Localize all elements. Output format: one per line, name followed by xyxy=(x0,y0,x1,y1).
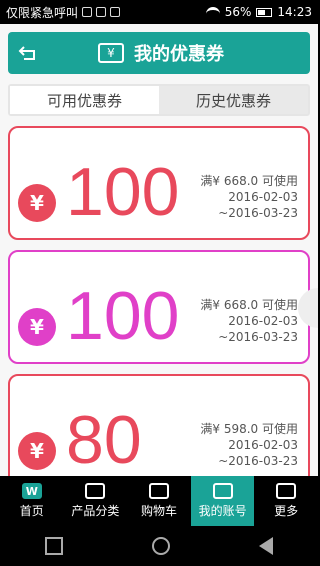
recent-apps-icon[interactable] xyxy=(44,537,63,555)
yen-icon: ¥ xyxy=(18,184,56,222)
page-title: 我的优惠券 xyxy=(134,44,224,65)
system-nav xyxy=(0,526,318,566)
coupon-list: ¥ 100 满¥ 668.0 可使用 2016-02-03 ~2016-03-2… xyxy=(8,126,310,476)
status-left-text: 仅限紧急呼叫 xyxy=(6,5,79,20)
coupon-start-date: 2016-02-03 xyxy=(228,190,298,204)
coupon-end-date: ~2016-03-23 xyxy=(218,454,298,468)
bottom-nav: W 首页 产品分类 购物车 我的账号 更多 xyxy=(0,476,318,526)
home-icon: W xyxy=(21,483,42,499)
cart-icon xyxy=(148,483,169,499)
coupon-amount: 80 xyxy=(66,402,142,476)
yen-icon: ¥ xyxy=(18,432,56,470)
back-button[interactable] xyxy=(8,32,48,74)
category-icon xyxy=(85,483,106,499)
coupon-end-date: ~2016-03-23 xyxy=(218,206,298,220)
image-icon xyxy=(82,7,93,17)
back-arrow-icon xyxy=(18,46,35,60)
nav-home[interactable]: W 首页 xyxy=(0,476,64,526)
nav-account[interactable]: 我的账号 xyxy=(190,476,255,526)
nav-more[interactable]: 更多 xyxy=(254,476,318,526)
coupon-amount: 100 xyxy=(66,278,180,354)
coupon-end-date: ~2016-03-23 xyxy=(218,330,298,344)
lock-icon xyxy=(96,7,107,17)
coupon-details: 满¥ 598.0 可使用 2016-02-03 ~2016-03-23 xyxy=(200,421,298,469)
coupon-details: 满¥ 668.0 可使用 2016-02-03 ~2016-03-23 xyxy=(200,173,298,221)
title-bar: ¥ 我的优惠券 xyxy=(8,32,310,74)
wifi-icon xyxy=(205,7,220,17)
home-circle-icon[interactable] xyxy=(151,537,170,555)
coupon-card[interactable]: ¥ 100 满¥ 668.0 可使用 2016-02-03 ~2016-03-2… xyxy=(8,126,310,240)
coupon-details: 满¥ 668.0 可使用 2016-02-03 ~2016-03-23 xyxy=(200,297,298,345)
coupon-start-date: 2016-02-03 xyxy=(228,438,298,452)
clock: 14:23 xyxy=(277,5,312,19)
tab-history[interactable]: 历史优惠券 xyxy=(159,86,308,114)
coupon-card[interactable]: ¥ 80 满¥ 598.0 可使用 2016-02-03 ~2016-03-23 xyxy=(8,374,310,476)
nav-category[interactable]: 产品分类 xyxy=(64,476,128,526)
nav-cart[interactable]: 购物车 xyxy=(127,476,191,526)
coupon-condition: 满¥ 598.0 可使用 xyxy=(200,422,298,436)
mail-icon xyxy=(110,7,121,17)
coupon-start-date: 2016-02-03 xyxy=(228,314,298,328)
wallet-icon: ¥ xyxy=(98,43,124,63)
coupon-condition: 满¥ 668.0 可使用 xyxy=(200,174,298,188)
back-triangle-icon[interactable] xyxy=(259,537,274,555)
tab-available[interactable]: 可用优惠券 xyxy=(10,86,159,114)
status-bar: 仅限紧急呼叫 56% 14:23 xyxy=(0,0,318,24)
coupon-tabs: 可用优惠券 历史优惠券 xyxy=(8,84,310,116)
coupon-amount: 100 xyxy=(66,154,180,230)
account-icon xyxy=(212,483,233,499)
coupon-condition: 满¥ 668.0 可使用 xyxy=(200,298,298,312)
battery-icon xyxy=(256,7,273,17)
more-icon xyxy=(276,483,297,499)
coupon-card[interactable]: ¥ 100 满¥ 668.0 可使用 2016-02-03 ~2016-03-2… xyxy=(8,250,310,364)
coupon-screen: ¥ 我的优惠券 可用优惠券 历史优惠券 ¥ 100 满¥ 668.0 可使用 2… xyxy=(0,24,318,476)
battery-percent: 56% xyxy=(224,5,252,19)
yen-icon: ¥ xyxy=(18,308,56,346)
